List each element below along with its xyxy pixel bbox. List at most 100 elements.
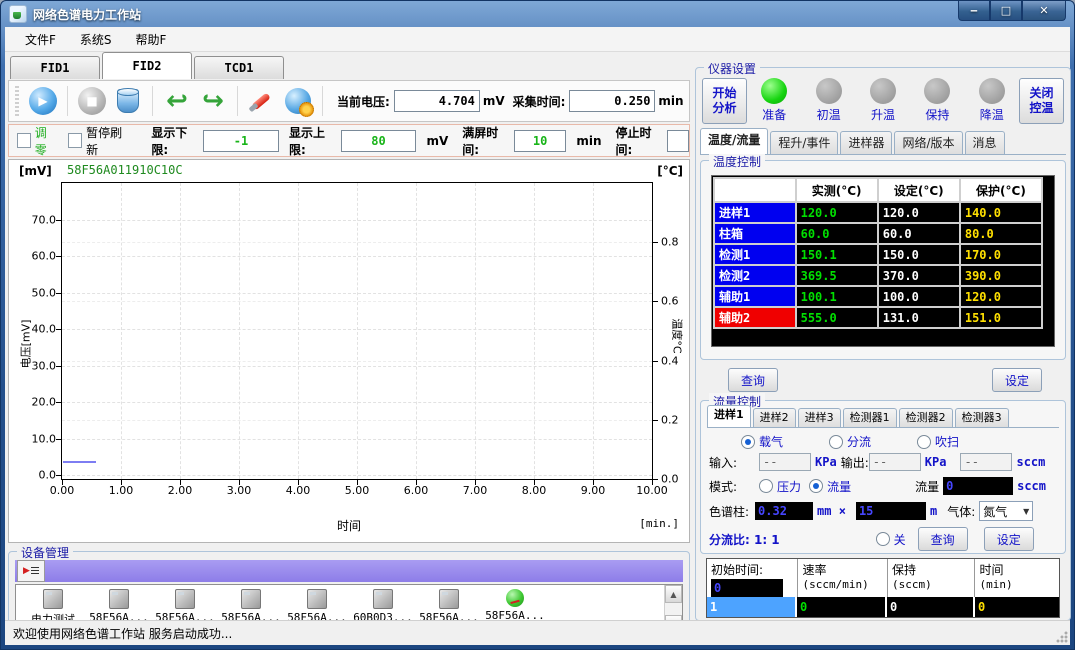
table-row-alarm[interactable]: 辅助2 555.0 131.0 151.0 [715,308,1041,327]
device-item[interactable]: 58F56A... [154,589,216,624]
pressure-row: 输入: -- KPa 输出: -- KPa -- sccm [709,453,1049,471]
program-header: 初始时间: 0 速率 (sccm/min) 保持 (sccm) 时间 [707,559,1059,597]
table-row[interactable]: 检测2 369.5 370.0 390.0 [715,266,1041,285]
start-acquisition-button[interactable]: ▶ [25,84,61,118]
pause-refresh-checkbox[interactable] [68,133,82,148]
temperature-control-title: 温度控制 [709,153,765,170]
tab-detector2[interactable]: 检测器2 [899,408,953,427]
voltage-label: 当前电压: [337,93,390,110]
x-tick-mark [180,479,181,485]
tab-temp-flow[interactable]: 温度/流量 [700,128,768,154]
y2-tick-label: 0.2 [661,413,679,426]
upper-limit-input[interactable]: 80 [341,130,417,152]
split-radio[interactable]: 分流 [829,433,871,450]
device-item[interactable]: 58F56A... [88,589,150,624]
column-length-input[interactable]: 15 [856,502,926,520]
tab-detector1[interactable]: 检测器1 [843,408,897,427]
status-dot-icon [979,78,1005,104]
x-tick-mark [298,479,299,485]
carrier-gas-radio[interactable]: 载气 [741,433,783,450]
mode-row: 模式: 压力 流量 流量 0 sccm [709,477,1050,495]
tab-fid2[interactable]: FID2 [102,52,192,79]
redo-button[interactable]: ↪ [195,84,231,118]
flow-mode-radio[interactable]: 流量 [809,478,851,495]
y-tick-label: 70.0 [14,213,56,226]
v-gridline [475,183,476,479]
table-row[interactable]: 进样1 120.0 120.0 140.0 [715,203,1041,222]
scroll-up-icon[interactable]: ▲ [665,585,682,603]
menu-system[interactable]: 系统S [70,28,122,51]
y-tick-label: 0.0 [14,469,56,482]
zero-checkbox[interactable] [17,133,31,148]
tab-network-version[interactable]: 网络/版本 [894,131,962,154]
tab-injector[interactable]: 进样器 [840,131,892,154]
radio-icon [809,479,823,493]
device-list-button[interactable]: ▶ [17,560,45,582]
x-tick-mark [62,479,63,485]
tab-messages[interactable]: 消息 [965,131,1005,154]
tab-detector3[interactable]: 检测器3 [955,408,1009,427]
table-row[interactable]: 辅助1 100.1 100.0 120.0 [715,287,1041,306]
flow-set-button[interactable]: 设定 [984,527,1034,551]
program-row[interactable]: 1 0 0 0 [707,597,1059,617]
flow-set-unit: sccm [1017,479,1046,493]
menu-file[interactable]: 文件F [15,28,66,51]
device-toolbar: ▶ [15,560,683,582]
y2-tick-mark [652,301,658,302]
tab-injector2[interactable]: 进样2 [753,408,796,427]
flow-query-button[interactable]: 查询 [918,527,968,551]
tab-injector1[interactable]: 进样1 [707,405,751,427]
flow-set-input[interactable]: 0 [943,477,1013,495]
minimize-button[interactable]: ‒ [958,1,990,21]
x-tick-label: 10.00 [636,484,668,497]
column-diameter-input[interactable]: 0.32 [755,502,813,520]
toolbar-separator [237,86,238,116]
radio-icon [759,479,773,493]
tab-program-events[interactable]: 程升/事件 [770,131,838,154]
chart-plot[interactable]: 70.060.050.040.030.020.010.00.00.80.60.4… [61,182,653,480]
flow-program-table: 初始时间: 0 速率 (sccm/min) 保持 (sccm) 时间 [706,558,1060,618]
toolbar-grip[interactable] [15,86,19,116]
temperature-set-button[interactable]: 设定 [992,368,1042,392]
table-row[interactable]: 检测1 150.1 150.0 170.0 [715,245,1041,264]
device-item[interactable]: 58F56A... [418,589,480,624]
gas-dropdown[interactable]: 氮气 ▼ [979,501,1033,521]
lower-limit-label: 显示下限: [151,124,199,158]
tab-fid1[interactable]: FID1 [10,56,100,79]
fullscreen-time-input[interactable]: 10 [514,130,566,152]
device-item[interactable]: 58F56A... [286,589,348,624]
menu-help[interactable]: 帮助F [126,28,177,51]
input-pressure-field: -- [759,453,811,471]
initial-time-input[interactable]: 0 [711,579,783,597]
x-axis-label: 时间 [337,517,361,534]
lower-limit-input[interactable]: -1 [203,130,279,152]
right-axis-unit: [°C] [657,164,683,178]
undo-button[interactable]: ↩ [159,84,195,118]
start-analysis-button[interactable]: 开始 分析 [702,78,747,124]
x-tick-mark [534,479,535,485]
upper-limit-unit: mV [426,134,448,148]
indicator-initial-temp: 初温 [801,78,855,123]
maximize-button[interactable]: □ [990,1,1022,21]
resize-grip[interactable] [1055,630,1068,643]
clear-button[interactable] [110,84,146,118]
close-button[interactable]: ✕ [1022,1,1066,21]
tools-button[interactable] [244,84,280,118]
purge-radio[interactable]: 吹扫 [917,433,959,450]
device-item[interactable]: 58F56A... [484,589,546,622]
off-radio[interactable]: 关 [876,531,906,548]
stop-acquisition-button[interactable]: ■ [74,84,110,118]
temperature-query-button[interactable]: 查询 [728,368,778,392]
tab-tcd1[interactable]: TCD1 [194,56,284,79]
title-bar[interactable]: 网络色谱电力工作站 ‒ □ ✕ [1,1,1074,27]
pressure-mode-radio[interactable]: 压力 [759,478,801,495]
stop-time-input[interactable] [667,130,689,152]
network-settings-button[interactable] [280,84,316,118]
device-item[interactable]: 58F56A... [220,589,282,624]
arrow-right-icon: ↪ [202,88,224,114]
close-temp-control-button[interactable]: 关闭 控温 [1019,78,1064,124]
tab-injector3[interactable]: 进样3 [798,408,841,427]
device-item[interactable]: 60B0D3... [352,589,414,624]
initial-time-label: 初始时间: [711,561,793,578]
table-row[interactable]: 柱箱 60.0 60.0 80.0 [715,224,1041,243]
